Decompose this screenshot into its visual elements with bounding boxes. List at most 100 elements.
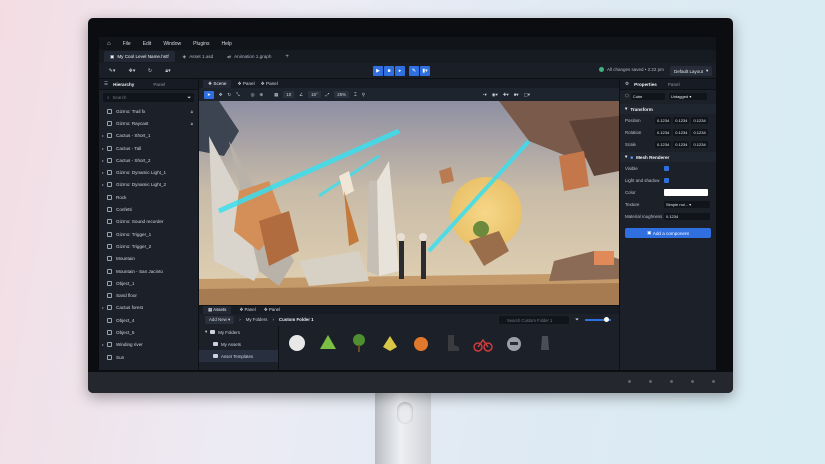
angle-icon[interactable]: ∠ bbox=[299, 92, 303, 98]
scale-z[interactable]: 0.1234 bbox=[691, 140, 708, 148]
brush-tool-icon[interactable]: ✎▾ bbox=[105, 66, 119, 76]
tab-assets[interactable]: ▦ Assets bbox=[203, 306, 232, 314]
tab-assets-panel-2[interactable]: ❖ Panel bbox=[264, 307, 280, 313]
rotation-z[interactable]: 0.1234 bbox=[691, 128, 708, 136]
chevron-right-icon[interactable]: ▸ bbox=[99, 182, 107, 187]
scale-tool-icon[interactable]: ⤡ bbox=[236, 92, 240, 97]
stop-icon[interactable]: ■ bbox=[384, 66, 394, 76]
rotation-x[interactable]: 0.1234 bbox=[655, 128, 672, 136]
rotate-tool-icon[interactable]: ↻ bbox=[227, 92, 231, 98]
visibility-icon[interactable]: ◉▾ bbox=[492, 92, 498, 98]
snap-icon[interactable]: ⌶ bbox=[354, 92, 357, 97]
chevron-right-icon[interactable]: ▸ bbox=[99, 342, 107, 347]
hierarchy-item[interactable]: Mountain - San Jacinto bbox=[99, 265, 198, 277]
texture-select[interactable]: Simple noi... ▾ bbox=[664, 200, 710, 208]
scene-render[interactable] bbox=[199, 101, 619, 305]
light-checkbox[interactable] bbox=[664, 177, 669, 183]
assets-search[interactable]: Search Custom Folder 1 bbox=[499, 316, 569, 324]
hierarchy-item[interactable]: Sun bbox=[99, 351, 198, 363]
asset-boot[interactable] bbox=[440, 331, 464, 355]
menu-file[interactable]: File bbox=[123, 41, 131, 47]
hierarchy-item[interactable]: Gizmo: Trigger_1 bbox=[99, 228, 198, 240]
hierarchy-item[interactable]: ▸ Cactus forest bbox=[99, 302, 198, 314]
tab-panel-2[interactable]: ❖ Panel bbox=[261, 81, 278, 87]
hierarchy-title[interactable]: Hierarchy bbox=[113, 82, 134, 87]
move-tool-icon[interactable]: ✥ bbox=[219, 92, 223, 98]
hierarchy-panel-tab[interactable]: Panel bbox=[153, 82, 165, 87]
add-component-button[interactable]: ▣ Add a component bbox=[625, 228, 711, 238]
chevron-right-icon[interactable]: ▸ bbox=[99, 158, 107, 163]
asset-bike[interactable] bbox=[471, 331, 495, 355]
hierarchy-item[interactable]: Object_5 bbox=[99, 326, 198, 338]
hierarchy-item[interactable]: ▸ Gizmo: Dynamic Light_1 bbox=[99, 166, 198, 178]
scale-snap-select[interactable]: 25% bbox=[334, 91, 350, 98]
hierarchy-item[interactable]: Confetti bbox=[99, 203, 198, 215]
chevron-right-icon[interactable]: ▸ bbox=[99, 305, 107, 310]
physics-icon[interactable]: ⚲ bbox=[362, 92, 365, 98]
hierarchy-item[interactable]: ▸ Cactus - Short_1 bbox=[99, 130, 198, 142]
tab-animation[interactable]: ⇄ Animation 1.graph bbox=[221, 51, 277, 62]
add-new-button[interactable]: Add New ▾ bbox=[205, 315, 235, 324]
chevron-right-icon[interactable]: ▸ bbox=[99, 133, 107, 138]
camera-toggle-icon[interactable]: ◔▾ bbox=[482, 92, 487, 98]
rotation-y[interactable]: 0.1234 bbox=[673, 128, 690, 136]
properties-panel-tab[interactable]: Panel bbox=[668, 82, 680, 87]
visible-checkbox[interactable] bbox=[664, 165, 669, 171]
hierarchy-item[interactable]: Object_4 bbox=[99, 314, 198, 326]
select-tool-icon[interactable]: ➤ bbox=[204, 90, 214, 99]
slider-handle[interactable] bbox=[604, 317, 609, 322]
menu-plugins[interactable]: Plugins bbox=[193, 41, 209, 47]
play-icon[interactable]: ▶ bbox=[373, 66, 383, 76]
scale-y[interactable]: 0.1234 bbox=[673, 140, 690, 148]
lock-icon[interactable]: 🔒︎ bbox=[191, 109, 193, 114]
asset-sphere[interactable] bbox=[285, 331, 309, 355]
new-tab-button[interactable]: + bbox=[279, 51, 295, 62]
layout-icon[interactable]: ▢▾ bbox=[524, 92, 530, 98]
hierarchy-item[interactable]: Gizmo: Sound recorder bbox=[99, 216, 198, 228]
hierarchy-item[interactable]: ▸ Gizmo: Dynamic Light_2 bbox=[99, 179, 198, 191]
refresh-icon[interactable]: ↻ bbox=[145, 66, 155, 76]
pivot-icon[interactable]: ◎ bbox=[251, 92, 255, 98]
home-icon[interactable]: ⌂ bbox=[107, 41, 111, 47]
tab-asset[interactable]: ◈ Asset 1.asd bbox=[177, 51, 220, 62]
tab-assets-panel-1[interactable]: ❖ Panel bbox=[239, 307, 255, 313]
camera-icon[interactable]: ■▾ bbox=[514, 92, 519, 98]
hierarchy-item[interactable]: Object_1 bbox=[99, 277, 198, 289]
color-swatch[interactable] bbox=[664, 188, 708, 196]
lock-icon[interactable]: 🔒︎▾ bbox=[161, 66, 175, 76]
asset-tree[interactable] bbox=[347, 331, 371, 355]
asset-bush[interactable] bbox=[316, 331, 340, 355]
transform-section[interactable]: ▾ Transform bbox=[620, 104, 716, 114]
scale-x[interactable]: 0.1234 bbox=[655, 140, 672, 148]
angle-snap-select[interactable]: 15° bbox=[308, 91, 321, 98]
folder-my-folders[interactable]: ▾ My Folders bbox=[199, 326, 278, 338]
hierarchy-item[interactable]: Mountain bbox=[99, 253, 198, 265]
step-icon[interactable]: ▸ bbox=[395, 66, 405, 76]
chevron-right-icon[interactable]: ▸ bbox=[99, 146, 107, 151]
grid-size-select[interactable]: 10 bbox=[283, 91, 295, 98]
hierarchy-search[interactable]: ⌕ Search ⏷ bbox=[103, 93, 194, 102]
object-name-field[interactable]: Cube bbox=[630, 92, 665, 100]
tab-scene[interactable]: ❖ Scene bbox=[203, 79, 232, 88]
folder-my-assets[interactable]: My Assets bbox=[199, 338, 278, 350]
menu-help[interactable]: Help bbox=[222, 41, 232, 47]
properties-title[interactable]: Properties bbox=[634, 82, 657, 87]
tab-panel-1[interactable]: ❖ Panel bbox=[237, 81, 254, 87]
hierarchy-item[interactable]: ▸ Winding river bbox=[99, 339, 198, 351]
tag-select[interactable]: Untagged ▾ bbox=[668, 92, 707, 100]
breadcrumb-my-folders[interactable]: My Folders bbox=[246, 317, 268, 322]
asset-glove[interactable] bbox=[533, 331, 557, 355]
hierarchy-item[interactable]: ▸ Cactus - Tall bbox=[99, 142, 198, 154]
mesh-renderer-section[interactable]: ▾ ■ Mesh Renderer bbox=[620, 152, 716, 162]
global-icon[interactable]: ⊕ bbox=[259, 92, 263, 98]
asset-helmet[interactable] bbox=[502, 331, 526, 355]
breadcrumb-custom-folder[interactable]: Custom Folder 1 bbox=[279, 317, 314, 322]
grid-icon[interactable]: ▦ bbox=[274, 92, 278, 98]
hierarchy-item[interactable]: ▸ Cactus - Short_2 bbox=[99, 154, 198, 166]
position-z[interactable]: 0.1234 bbox=[691, 116, 708, 124]
build-icon[interactable]: ✎ bbox=[409, 66, 419, 76]
position-x[interactable]: 0.1234 bbox=[655, 116, 672, 124]
scale-snap-icon[interactable]: ⤢ bbox=[326, 92, 330, 97]
lock-icon[interactable]: 🔒︎ bbox=[191, 121, 193, 126]
position-y[interactable]: 0.1234 bbox=[673, 116, 690, 124]
